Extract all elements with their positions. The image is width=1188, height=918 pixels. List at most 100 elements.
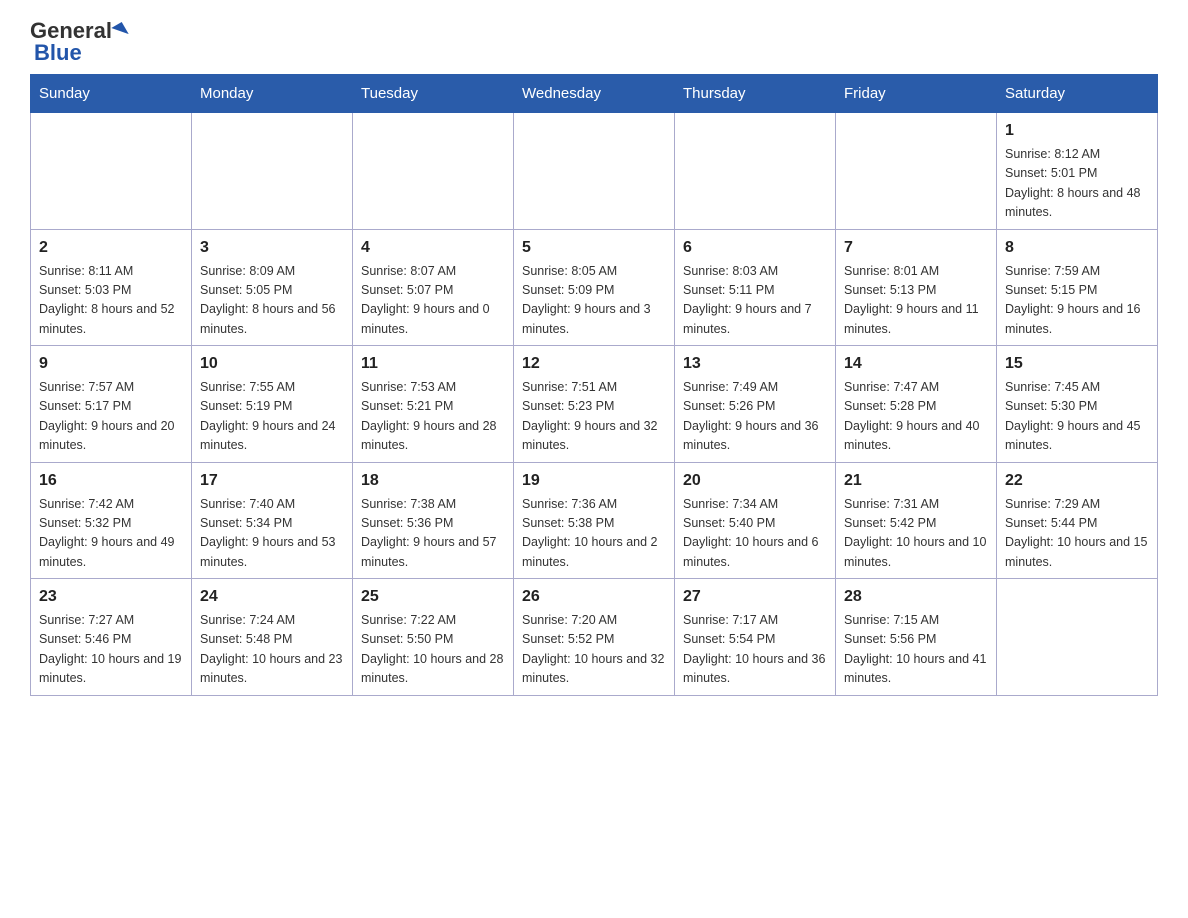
calendar-week-row: 2Sunrise: 8:11 AM Sunset: 5:03 PM Daylig… <box>31 229 1158 346</box>
calendar-cell <box>514 113 675 230</box>
calendar-cell: 23Sunrise: 7:27 AM Sunset: 5:46 PM Dayli… <box>31 579 192 696</box>
calendar-cell: 12Sunrise: 7:51 AM Sunset: 5:23 PM Dayli… <box>514 346 675 463</box>
day-header-tuesday: Tuesday <box>353 75 514 113</box>
day-info: Sunrise: 7:51 AM Sunset: 5:23 PM Dayligh… <box>522 378 666 456</box>
day-header-sunday: Sunday <box>31 75 192 113</box>
day-number: 6 <box>683 236 827 260</box>
day-number: 10 <box>200 352 344 376</box>
day-number: 28 <box>844 585 988 609</box>
day-info: Sunrise: 7:42 AM Sunset: 5:32 PM Dayligh… <box>39 495 183 573</box>
day-info: Sunrise: 7:15 AM Sunset: 5:56 PM Dayligh… <box>844 611 988 689</box>
day-number: 27 <box>683 585 827 609</box>
calendar-cell: 27Sunrise: 7:17 AM Sunset: 5:54 PM Dayli… <box>675 579 836 696</box>
calendar-week-row: 16Sunrise: 7:42 AM Sunset: 5:32 PM Dayli… <box>31 462 1158 579</box>
day-header-monday: Monday <box>192 75 353 113</box>
calendar-cell <box>192 113 353 230</box>
calendar-week-row: 1Sunrise: 8:12 AM Sunset: 5:01 PM Daylig… <box>31 113 1158 230</box>
calendar-cell <box>31 113 192 230</box>
day-info: Sunrise: 7:29 AM Sunset: 5:44 PM Dayligh… <box>1005 495 1149 573</box>
day-info: Sunrise: 8:07 AM Sunset: 5:07 PM Dayligh… <box>361 262 505 340</box>
calendar-cell: 5Sunrise: 8:05 AM Sunset: 5:09 PM Daylig… <box>514 229 675 346</box>
day-info: Sunrise: 8:11 AM Sunset: 5:03 PM Dayligh… <box>39 262 183 340</box>
day-headers-row: SundayMondayTuesdayWednesdayThursdayFrid… <box>31 75 1158 113</box>
day-header-thursday: Thursday <box>675 75 836 113</box>
calendar-cell: 28Sunrise: 7:15 AM Sunset: 5:56 PM Dayli… <box>836 579 997 696</box>
logo-text-blue: Blue <box>30 42 82 64</box>
day-info: Sunrise: 7:45 AM Sunset: 5:30 PM Dayligh… <box>1005 378 1149 456</box>
logo: General Blue <box>30 20 126 64</box>
calendar-cell: 18Sunrise: 7:38 AM Sunset: 5:36 PM Dayli… <box>353 462 514 579</box>
day-number: 18 <box>361 469 505 493</box>
logo-arrow-icon <box>111 22 128 40</box>
day-info: Sunrise: 7:57 AM Sunset: 5:17 PM Dayligh… <box>39 378 183 456</box>
day-number: 20 <box>683 469 827 493</box>
day-header-wednesday: Wednesday <box>514 75 675 113</box>
calendar-cell: 25Sunrise: 7:22 AM Sunset: 5:50 PM Dayli… <box>353 579 514 696</box>
calendar-table: SundayMondayTuesdayWednesdayThursdayFrid… <box>30 74 1158 696</box>
calendar-cell: 20Sunrise: 7:34 AM Sunset: 5:40 PM Dayli… <box>675 462 836 579</box>
day-number: 26 <box>522 585 666 609</box>
day-info: Sunrise: 7:53 AM Sunset: 5:21 PM Dayligh… <box>361 378 505 456</box>
calendar-cell: 6Sunrise: 8:03 AM Sunset: 5:11 PM Daylig… <box>675 229 836 346</box>
calendar-cell: 17Sunrise: 7:40 AM Sunset: 5:34 PM Dayli… <box>192 462 353 579</box>
calendar-cell: 19Sunrise: 7:36 AM Sunset: 5:38 PM Dayli… <box>514 462 675 579</box>
day-info: Sunrise: 7:55 AM Sunset: 5:19 PM Dayligh… <box>200 378 344 456</box>
calendar-cell: 2Sunrise: 8:11 AM Sunset: 5:03 PM Daylig… <box>31 229 192 346</box>
day-number: 12 <box>522 352 666 376</box>
day-number: 16 <box>39 469 183 493</box>
day-number: 13 <box>683 352 827 376</box>
calendar-cell <box>836 113 997 230</box>
calendar-cell: 22Sunrise: 7:29 AM Sunset: 5:44 PM Dayli… <box>997 462 1158 579</box>
calendar-cell: 10Sunrise: 7:55 AM Sunset: 5:19 PM Dayli… <box>192 346 353 463</box>
calendar-cell: 9Sunrise: 7:57 AM Sunset: 5:17 PM Daylig… <box>31 346 192 463</box>
logo-text-black: General <box>30 20 112 42</box>
day-number: 8 <box>1005 236 1149 260</box>
day-number: 25 <box>361 585 505 609</box>
day-info: Sunrise: 8:09 AM Sunset: 5:05 PM Dayligh… <box>200 262 344 340</box>
day-info: Sunrise: 8:01 AM Sunset: 5:13 PM Dayligh… <box>844 262 988 340</box>
day-info: Sunrise: 8:03 AM Sunset: 5:11 PM Dayligh… <box>683 262 827 340</box>
day-info: Sunrise: 7:31 AM Sunset: 5:42 PM Dayligh… <box>844 495 988 573</box>
day-info: Sunrise: 7:34 AM Sunset: 5:40 PM Dayligh… <box>683 495 827 573</box>
calendar-cell: 24Sunrise: 7:24 AM Sunset: 5:48 PM Dayli… <box>192 579 353 696</box>
calendar-body: 1Sunrise: 8:12 AM Sunset: 5:01 PM Daylig… <box>31 113 1158 696</box>
day-number: 3 <box>200 236 344 260</box>
calendar-week-row: 9Sunrise: 7:57 AM Sunset: 5:17 PM Daylig… <box>31 346 1158 463</box>
day-info: Sunrise: 7:17 AM Sunset: 5:54 PM Dayligh… <box>683 611 827 689</box>
day-number: 7 <box>844 236 988 260</box>
day-info: Sunrise: 7:24 AM Sunset: 5:48 PM Dayligh… <box>200 611 344 689</box>
day-number: 22 <box>1005 469 1149 493</box>
day-info: Sunrise: 7:47 AM Sunset: 5:28 PM Dayligh… <box>844 378 988 456</box>
day-info: Sunrise: 8:12 AM Sunset: 5:01 PM Dayligh… <box>1005 145 1149 223</box>
day-info: Sunrise: 7:20 AM Sunset: 5:52 PM Dayligh… <box>522 611 666 689</box>
day-number: 24 <box>200 585 344 609</box>
day-info: Sunrise: 8:05 AM Sunset: 5:09 PM Dayligh… <box>522 262 666 340</box>
calendar-cell <box>675 113 836 230</box>
day-info: Sunrise: 7:27 AM Sunset: 5:46 PM Dayligh… <box>39 611 183 689</box>
calendar-cell: 7Sunrise: 8:01 AM Sunset: 5:13 PM Daylig… <box>836 229 997 346</box>
day-number: 2 <box>39 236 183 260</box>
calendar-cell: 13Sunrise: 7:49 AM Sunset: 5:26 PM Dayli… <box>675 346 836 463</box>
calendar-cell: 4Sunrise: 8:07 AM Sunset: 5:07 PM Daylig… <box>353 229 514 346</box>
day-number: 15 <box>1005 352 1149 376</box>
day-info: Sunrise: 7:49 AM Sunset: 5:26 PM Dayligh… <box>683 378 827 456</box>
day-number: 19 <box>522 469 666 493</box>
day-info: Sunrise: 7:40 AM Sunset: 5:34 PM Dayligh… <box>200 495 344 573</box>
day-header-friday: Friday <box>836 75 997 113</box>
day-number: 4 <box>361 236 505 260</box>
calendar-week-row: 23Sunrise: 7:27 AM Sunset: 5:46 PM Dayli… <box>31 579 1158 696</box>
day-info: Sunrise: 7:36 AM Sunset: 5:38 PM Dayligh… <box>522 495 666 573</box>
day-header-saturday: Saturday <box>997 75 1158 113</box>
calendar-cell <box>997 579 1158 696</box>
day-number: 9 <box>39 352 183 376</box>
calendar-cell: 8Sunrise: 7:59 AM Sunset: 5:15 PM Daylig… <box>997 229 1158 346</box>
calendar-cell: 14Sunrise: 7:47 AM Sunset: 5:28 PM Dayli… <box>836 346 997 463</box>
day-info: Sunrise: 7:22 AM Sunset: 5:50 PM Dayligh… <box>361 611 505 689</box>
calendar-cell: 3Sunrise: 8:09 AM Sunset: 5:05 PM Daylig… <box>192 229 353 346</box>
day-number: 17 <box>200 469 344 493</box>
page-header: General Blue <box>30 20 1158 64</box>
day-number: 11 <box>361 352 505 376</box>
calendar-cell: 26Sunrise: 7:20 AM Sunset: 5:52 PM Dayli… <box>514 579 675 696</box>
day-number: 21 <box>844 469 988 493</box>
calendar-cell: 11Sunrise: 7:53 AM Sunset: 5:21 PM Dayli… <box>353 346 514 463</box>
